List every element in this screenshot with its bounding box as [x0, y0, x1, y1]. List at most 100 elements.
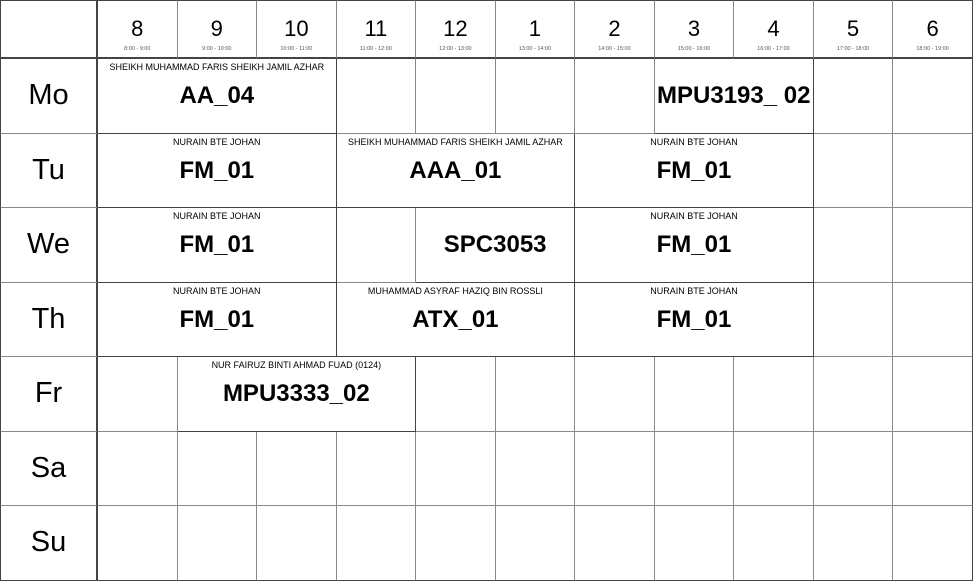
- hour-header: 5 17:00 - 18:00: [813, 0, 894, 59]
- day-header: Mo: [0, 59, 98, 134]
- day-header: We: [0, 208, 98, 283]
- empty-slot[interactable]: [575, 431, 655, 506]
- day-header: Tu: [0, 133, 98, 208]
- empty-slot[interactable]: [177, 431, 258, 506]
- class-block[interactable]: NURAIN BTE JOHAN FM_01: [575, 282, 814, 357]
- empty-slot[interactable]: [813, 133, 894, 208]
- class-block[interactable]: NURAIN BTE JOHAN FM_01: [98, 133, 337, 208]
- class-block[interactable]: SPC3053: [416, 208, 576, 283]
- class-block[interactable]: NUR FAIRUZ BINTI AHMAD FUAD (0124) MPU333…: [177, 357, 417, 432]
- empty-slot[interactable]: [893, 282, 973, 357]
- hour-header: 10 10:00 - 11:00: [257, 0, 337, 59]
- timetable-grid: 8 8:00 - 9:00 9 9:00 - 10:00 10 10:00 - 11:00…: [0, 0, 976, 586]
- lecturer-name: NURAIN BTE JOHAN: [650, 285, 738, 296]
- empty-slot[interactable]: [177, 506, 258, 581]
- class-block[interactable]: NURAIN BTE JOHAN FM_01: [575, 133, 814, 208]
- hour-header: 9 9:00 - 10:00: [177, 0, 258, 59]
- lecturer-name: SHEIKH MUHAMMAD FARIS SHEIKH JAMIL AZHAR: [109, 62, 325, 72]
- empty-slot[interactable]: [813, 208, 894, 283]
- empty-slot[interactable]: [495, 357, 576, 432]
- hour-number: 5: [846, 16, 860, 41]
- course-code: FM_01: [656, 305, 732, 333]
- empty-slot[interactable]: [336, 431, 417, 506]
- empty-slot[interactable]: [734, 506, 814, 581]
- empty-slot[interactable]: [813, 59, 894, 134]
- empty-slot[interactable]: [813, 282, 894, 357]
- hour-header: 3 15:00 - 16:00: [654, 0, 735, 59]
- empty-slot[interactable]: [495, 506, 576, 581]
- empty-slot[interactable]: [336, 59, 417, 134]
- course-code: FM_01: [179, 231, 255, 258]
- empty-slot[interactable]: [893, 506, 973, 581]
- empty-slot[interactable]: [813, 357, 894, 432]
- empty-slot[interactable]: [98, 357, 178, 432]
- day-header: Sa: [0, 431, 98, 506]
- course-code: FM_01: [179, 305, 255, 333]
- corner-cell: [0, 0, 98, 59]
- class-block[interactable]: SHEIKH MUHAMMAD FARIS SHEIKH JAMIL AZHAR…: [98, 59, 337, 134]
- class-block[interactable]: NURAIN BTE JOHAN FM_01: [98, 282, 337, 357]
- empty-slot[interactable]: [416, 431, 496, 506]
- empty-slot[interactable]: [336, 208, 417, 283]
- day-header: Su: [0, 506, 98, 581]
- empty-slot[interactable]: [813, 506, 894, 581]
- course-code: MPU3193_ 02: [657, 81, 811, 109]
- lecturer-name: SHEIKH MUHAMMAD FARIS SHEIKH JAMIL AZHAR: [348, 136, 563, 147]
- class-block[interactable]: MUHAMMAD ASYRAF HAZIQ BIN ROSSLI ATX_01: [336, 282, 576, 357]
- empty-slot[interactable]: [893, 208, 973, 283]
- hour-header: 12 12:00 - 13:00: [416, 0, 496, 59]
- hour-range: 11:00 - 12:00: [359, 46, 392, 52]
- class-block[interactable]: MPU3193_ 02: [654, 59, 814, 134]
- hour-header: 1 13:00 - 14:00: [495, 0, 576, 59]
- class-block[interactable]: NURAIN BTE JOHAN FM_01: [575, 208, 814, 283]
- empty-slot[interactable]: [257, 431, 337, 506]
- empty-slot[interactable]: [813, 431, 894, 506]
- hour-range: 8:00 - 9:00: [124, 46, 151, 52]
- hour-header: 6 18:00 - 19:00: [893, 0, 973, 59]
- hour-range: 14:00 - 15:00: [598, 46, 631, 52]
- hour-number: 11: [364, 16, 388, 41]
- empty-slot[interactable]: [654, 357, 735, 432]
- empty-slot[interactable]: [654, 431, 735, 506]
- course-code: FM_01: [656, 231, 732, 258]
- course-code: FM_01: [179, 156, 255, 184]
- empty-slot[interactable]: [416, 357, 496, 432]
- class-block[interactable]: SHEIKH MUHAMMAD FARIS SHEIKH JAMIL AZHAR…: [336, 133, 576, 208]
- hour-header: 11 11:00 - 12:00: [336, 0, 417, 59]
- empty-slot[interactable]: [654, 506, 735, 581]
- hour-number: 3: [687, 16, 701, 41]
- course-code: FM_01: [656, 156, 732, 184]
- empty-slot[interactable]: [495, 431, 576, 506]
- course-code: SPC3053: [443, 230, 547, 258]
- hour-range: 16:00 - 17:00: [757, 46, 790, 52]
- class-block[interactable]: NURAIN BTE JOHAN FM_01: [98, 208, 337, 283]
- empty-slot[interactable]: [893, 357, 973, 432]
- empty-slot[interactable]: [575, 59, 655, 134]
- empty-slot[interactable]: [893, 133, 973, 208]
- empty-slot[interactable]: [893, 431, 973, 506]
- empty-slot[interactable]: [257, 506, 337, 581]
- hour-range: 17:00 - 18:00: [836, 46, 870, 52]
- lecturer-name: NURAIN BTE JOHAN: [173, 285, 261, 296]
- empty-slot[interactable]: [416, 506, 496, 581]
- course-code: AAA_01: [409, 156, 502, 184]
- course-code: MPU3333_02: [222, 380, 370, 407]
- lecturer-name: NURAIN BTE JOHAN: [650, 136, 738, 147]
- day-header: Th: [0, 282, 98, 357]
- day-header: Fr: [0, 357, 98, 432]
- empty-slot[interactable]: [336, 506, 417, 581]
- empty-slot[interactable]: [495, 59, 576, 134]
- empty-slot[interactable]: [416, 59, 496, 134]
- empty-slot[interactable]: [734, 357, 814, 432]
- hour-range: 12:00 - 13:00: [439, 46, 472, 52]
- hour-number: 2: [608, 16, 621, 41]
- empty-slot[interactable]: [98, 506, 178, 581]
- hour-number: 6: [926, 16, 939, 41]
- hour-number: 12: [443, 16, 468, 41]
- empty-slot[interactable]: [575, 357, 655, 432]
- empty-slot[interactable]: [575, 506, 655, 581]
- empty-slot[interactable]: [98, 431, 178, 506]
- empty-slot[interactable]: [893, 59, 973, 134]
- lecturer-name: MUHAMMAD ASYRAF HAZIQ BIN ROSSLI: [367, 285, 543, 296]
- empty-slot[interactable]: [734, 431, 814, 506]
